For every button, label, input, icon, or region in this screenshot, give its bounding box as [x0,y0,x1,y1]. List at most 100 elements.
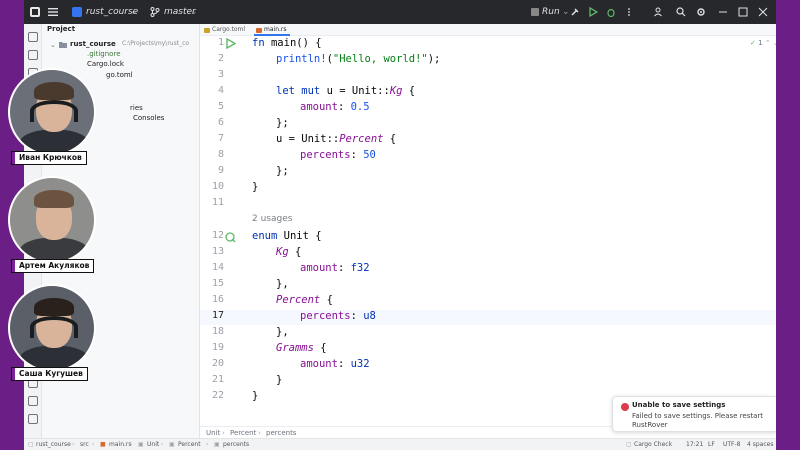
add-user-icon[interactable] [654,7,664,17]
chevron-down-icon[interactable]: ⌄ [130,0,138,24]
main-menu-icon[interactable] [48,7,58,17]
run-gutter-icon[interactable] [226,38,236,49]
settings-icon[interactable] [696,7,706,17]
code-line: } [276,374,283,386]
status-path-item[interactable]: rust_course [36,441,71,448]
tab-main-rs[interactable]: main.rs [254,24,290,36]
run-config-selector[interactable]: Run [542,0,560,24]
indent-setting[interactable]: 4 spaces [747,441,773,448]
square-icon: ▢ [28,441,34,448]
field-name: amount [300,101,338,113]
usages-hint[interactable]: 2 usages [252,214,292,224]
project-tool-icon[interactable] [28,32,38,42]
code-text: u = Unit:: [276,133,340,145]
debug-icon[interactable] [606,7,616,17]
commit-tool-icon[interactable] [28,50,38,60]
scratches-consoles-item[interactable]: Consoles [133,113,164,123]
tab-label: main.rs [264,26,287,33]
rust-file-icon [256,28,262,33]
breadcrumb-item[interactable]: Unit [206,429,220,437]
string-literal: "Hello, world!" [332,53,428,65]
breadcrumb-item[interactable]: Percent [230,429,256,437]
line-number: 20 [211,358,224,369]
number-literal: 50 [363,149,376,161]
search-icon[interactable] [676,7,686,17]
code-line: Percent { [276,294,333,306]
line-number: 8 [217,149,224,160]
video-frame [34,190,74,208]
line-number: 15 [211,278,224,289]
breadcrumb-item[interactable]: percents [266,429,296,437]
macro: println! [276,53,327,65]
file-cargo-lock[interactable]: Cargo.lock [87,59,124,69]
line-number: 4 [217,85,224,96]
tab-label: Cargo.toml [212,26,246,33]
implementations-gutter-icon[interactable] [225,232,236,243]
inspection-widget[interactable]: ✓ 1 ⌃ ⌄ [750,39,776,47]
type-name: f32 [350,262,370,274]
minimize-icon[interactable] [718,7,728,17]
status-path-item[interactable]: Percent [178,441,201,448]
code-editor[interactable]: 1 2 3 4 5 6 7 8 9 10 11 12 13 14 15 16 1… [200,37,776,426]
check-icon: ✓ [750,39,756,47]
caret-position[interactable]: 17:21 [686,441,703,448]
inspection-count: 1 [758,39,763,47]
close-icon[interactable] [758,7,768,17]
code-line: amount: u32 [300,358,370,370]
code-text: main() { [264,37,322,49]
line-separator[interactable]: LF [708,441,715,448]
code-text: : [337,101,351,113]
line-number: 3 [217,69,224,80]
version-control-tool-icon[interactable] [28,414,38,424]
external-libraries-item[interactable]: ries [130,103,143,113]
status-path-item[interactable]: percents [223,441,249,448]
type-name: u8 [363,310,376,322]
chevron-right-icon: › [72,441,75,448]
maximize-icon[interactable] [738,7,748,17]
code-line: }, [276,326,289,338]
code-text: : [337,358,351,370]
chevron-down-icon[interactable]: ⌄ [562,0,570,24]
code-text: : [337,262,351,274]
code-line: }, [276,278,289,290]
status-path-item[interactable]: main.rs [109,441,132,448]
problems-tool-icon[interactable] [28,396,38,406]
code-line: u = Unit::Percent { [276,133,396,145]
line-gutter: 1 2 3 4 5 6 7 8 9 10 11 12 13 14 15 16 1… [200,37,248,426]
enum-variant: Gramms [276,342,314,354]
file-encoding[interactable]: UTF-8 [723,441,741,448]
code-text: : [350,149,364,161]
project-root[interactable]: rust_course [70,39,116,49]
build-icon[interactable] [570,7,580,17]
error-icon [621,403,629,411]
editor-tabs: Cargo.toml main.rs [200,24,776,36]
cargo-check-icon: ▢ [626,441,632,448]
more-actions-icon[interactable] [624,7,634,17]
chevron-down-icon[interactable]: ⌄ [50,40,56,50]
cargo-check-status[interactable]: Cargo Check [634,441,672,448]
participant-name-tag: Артем Акуляков [11,259,95,273]
code-text: { [320,294,333,306]
code-line: amount: f32 [300,262,370,274]
code-line: println!("Hello, world!"); [276,53,440,65]
file-gitignore[interactable]: .gitignore [87,49,121,59]
code-line: enum Unit { [252,230,322,242]
project-panel-title: Project [47,25,76,33]
run-icon[interactable] [588,7,598,17]
field-icon: ▣ [214,441,220,448]
code-text: Unit { [277,230,322,242]
status-path-item[interactable]: Unit [147,441,159,448]
code-line: fn main() { [252,37,322,49]
chevron-down-icon[interactable]: ⌄ [190,0,198,24]
status-bar: ▢ rust_course › src › ■ main.rs › ▣ Unit… [24,438,776,450]
file-cargo-toml[interactable]: go.toml [106,70,133,80]
code-text: { [313,342,327,354]
number-literal: 0.5 [350,101,370,113]
tab-cargo-toml[interactable]: Cargo.toml [202,24,252,36]
variant-icon: ▣ [169,441,175,448]
code-line: percents: 50 [300,149,376,161]
video-frame [34,298,74,316]
ide-window: rust_course ⌄ master ⌄ Run ⌄ Project ⌄ r… [24,0,776,450]
status-path-item[interactable]: src [80,441,89,448]
error-notification[interactable]: Unable to save settings Failed to save s… [612,396,776,432]
